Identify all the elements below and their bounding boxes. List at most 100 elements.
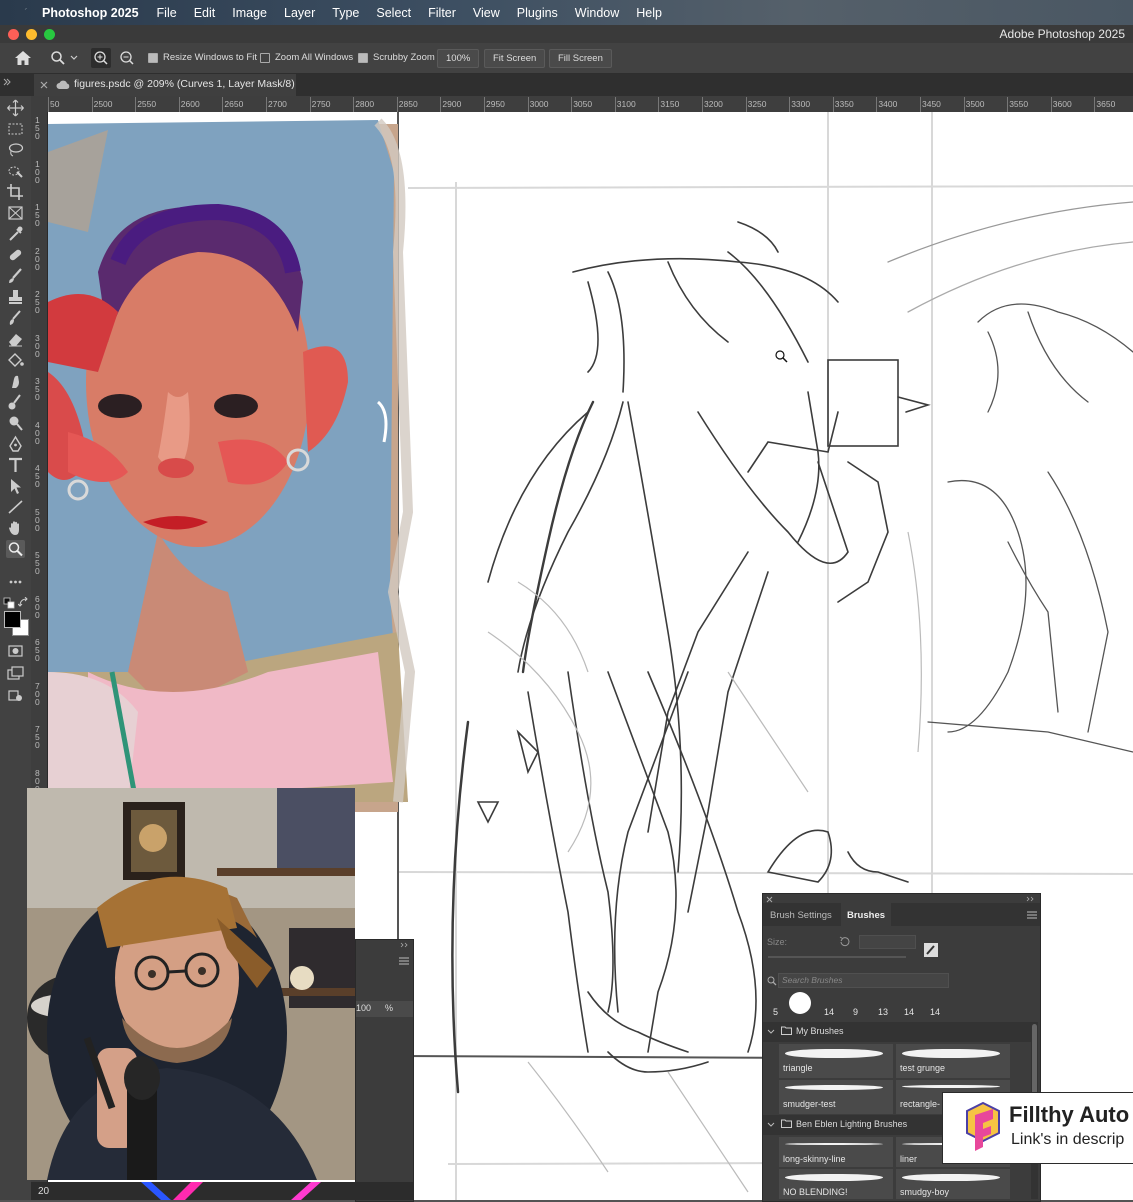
lasso-tool-icon[interactable] [6, 141, 25, 159]
resize-windows-checkbox[interactable] [148, 53, 158, 63]
menu-view[interactable]: View [473, 6, 500, 20]
menu-layer[interactable]: Layer [284, 6, 315, 20]
zoom-tool-button[interactable] [6, 540, 25, 558]
default-colors-icon[interactable] [3, 597, 15, 609]
edit-toolbar-icon[interactable] [6, 686, 25, 704]
more-tools-icon[interactable] [6, 573, 25, 591]
tab-brushes-label: Brushes [847, 910, 886, 921]
brush-preset-test-grunge[interactable]: test grunge [896, 1044, 1010, 1078]
brush-preset-long-skinny-line[interactable]: long-skinny-line [779, 1137, 893, 1167]
search-brushes-input[interactable]: Search Brushes [778, 973, 949, 988]
options-bar: Resize Windows to Fit Zoom All Windows S… [0, 43, 1133, 74]
promo-subtitle: Link's in descrip [1011, 1131, 1125, 1148]
ruler-h-label: 3300 [791, 99, 811, 109]
pen-tool-icon[interactable] [6, 435, 25, 453]
type-tool-icon[interactable] [6, 456, 25, 474]
folder-icon [781, 1026, 792, 1035]
new-brush-icon[interactable] [923, 942, 939, 958]
eraser-tool-icon[interactable] [6, 330, 25, 348]
zoom-in-button[interactable] [91, 48, 111, 68]
fill-screen-button[interactable]: Fill Screen [549, 49, 612, 68]
hand-tool-icon[interactable] [6, 519, 25, 537]
chevron-down-icon[interactable] [70, 54, 78, 62]
quick-mask-icon[interactable] [6, 642, 25, 660]
zoom-tool-icon[interactable] [50, 50, 66, 66]
recent-brush-size-7[interactable]: 14 [930, 1007, 940, 1017]
ruler-v-label: 300 [35, 332, 40, 359]
crop-tool-icon[interactable] [6, 183, 25, 201]
minimize-window-button[interactable] [26, 29, 37, 40]
ruler-h-tick [789, 97, 791, 112]
move-tool-icon[interactable] [6, 99, 25, 117]
recent-brush-size-1[interactable]: 5 [773, 1007, 778, 1017]
ruler-h-tick [353, 97, 355, 112]
home-icon[interactable] [14, 50, 32, 66]
scrubby-zoom-checkbox[interactable] [358, 53, 368, 63]
brush-stroke-preview [785, 1174, 883, 1181]
tab-brushes-active[interactable]: Brushes [841, 903, 891, 926]
menu-file[interactable]: File [157, 6, 177, 20]
marquee-tool-icon[interactable] [6, 120, 25, 138]
ruler-h-tick [266, 97, 267, 112]
app-name-menu[interactable]: Photoshop 2025 [42, 6, 139, 20]
promo-banner[interactable]: Fillthy Auto Link's in descrip [942, 1092, 1133, 1164]
brush-preset-triangle[interactable]: triangle [779, 1044, 893, 1078]
menu-select[interactable]: Select [376, 6, 411, 20]
fit-screen-button[interactable]: Fit Screen [484, 49, 546, 68]
screen-mode-icon[interactable] [6, 664, 25, 682]
healing-brush-tool-icon[interactable] [6, 246, 25, 264]
line-tool-icon[interactable] [6, 498, 25, 516]
collapse-panel-icon[interactable] [400, 942, 408, 948]
frame-tool-icon[interactable] [6, 204, 25, 222]
folder-icon [781, 1119, 792, 1128]
opacity-field[interactable]: 100 % [356, 1001, 413, 1017]
size-input[interactable] [859, 935, 916, 949]
recent-brush-size-6[interactable]: 14 [904, 1007, 914, 1017]
menu-edit[interactable]: Edit [194, 6, 216, 20]
menu-plugins[interactable]: Plugins [517, 6, 558, 20]
quick-selection-tool-icon[interactable] [6, 162, 25, 180]
collapse-brushes-panel-icon[interactable] [1026, 896, 1034, 902]
tab-brush-settings[interactable]: Brush Settings [770, 910, 832, 921]
zoom-window-button[interactable] [44, 29, 55, 40]
brush-preset-smudgy-boy[interactable]: smudgy-boy [896, 1169, 1010, 1199]
panel-menu-icon[interactable] [399, 957, 409, 965]
menu-type[interactable]: Type [332, 6, 359, 20]
clone-stamp-tool-icon[interactable] [6, 288, 25, 306]
zoom-out-icon[interactable] [117, 48, 137, 68]
recent-brush-size-3[interactable]: 14 [824, 1007, 834, 1017]
zoom-all-checkbox[interactable] [260, 53, 270, 63]
brush-tool-icon[interactable] [6, 267, 25, 285]
close-tab-icon[interactable] [40, 81, 48, 89]
brush-preset-smudger-test[interactable]: smudger-test [779, 1080, 893, 1114]
apple-icon[interactable] [16, 6, 30, 20]
recent-brush-size-4[interactable]: 9 [853, 1007, 858, 1017]
paint-bucket-tool-icon[interactable] [6, 351, 25, 369]
menu-help[interactable]: Help [636, 6, 662, 20]
close-panel-icon[interactable] [766, 896, 773, 903]
brush-group-my-brushes[interactable]: My Brushes [763, 1022, 1031, 1042]
ruler-v-label: 700 [35, 680, 40, 707]
zoom-value-field[interactable]: 100% [437, 49, 480, 68]
eyedropper-tool-icon[interactable] [6, 225, 25, 243]
history-brush-tool-icon[interactable] [6, 309, 25, 327]
brush-stroke-preview [785, 1143, 883, 1145]
reset-size-icon[interactable] [839, 936, 850, 947]
recent-brush-round[interactable] [789, 992, 811, 1014]
brushes-panel-menu-icon[interactable] [1027, 911, 1037, 919]
menu-window[interactable]: Window [575, 6, 619, 20]
menu-filter[interactable]: Filter [428, 6, 456, 20]
path-selection-tool-icon[interactable] [6, 477, 25, 495]
smudge-tool-icon[interactable] [6, 372, 25, 390]
collapse-panels-icon[interactable] [2, 77, 12, 87]
brush-preset-no-blending[interactable]: NO BLENDING! [779, 1169, 893, 1199]
close-window-button[interactable] [8, 29, 19, 40]
swap-colors-icon[interactable] [18, 597, 30, 609]
foreground-color-swatch[interactable] [4, 611, 21, 628]
document-tab[interactable]: figures.psdc @ 209% (Curves 1, Layer Mas… [34, 74, 296, 96]
mixer-brush-tool-icon[interactable] [6, 393, 25, 411]
size-slider[interactable] [768, 956, 906, 958]
recent-brush-size-5[interactable]: 13 [878, 1007, 888, 1017]
dodge-tool-icon[interactable] [6, 414, 25, 432]
menu-image[interactable]: Image [232, 6, 267, 20]
